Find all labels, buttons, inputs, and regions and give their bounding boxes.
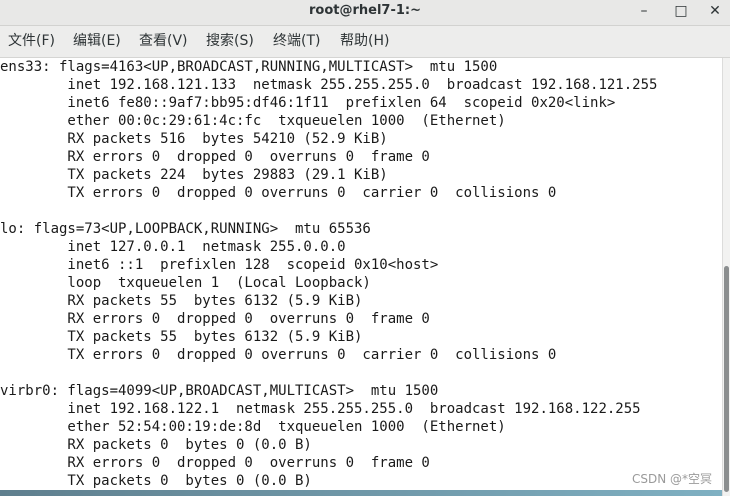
- terminal-line: TX packets 0 bytes 0 (0.0 B): [0, 473, 312, 489]
- terminal-line: inet 192.168.121.133 netmask 255.255.255…: [0, 77, 658, 93]
- menu-bar: 文件(F) 编辑(E) 查看(V) 搜索(S) 终端(T) 帮助(H): [0, 26, 730, 58]
- terminal-line: RX errors 0 dropped 0 overruns 0 frame 0: [0, 149, 430, 165]
- terminal-line: RX packets 0 bytes 0 (0.0 B): [0, 437, 312, 453]
- vertical-scrollbar[interactable]: [722, 58, 730, 496]
- terminal-line: RX errors 0 dropped 0 overruns 0 frame 0: [0, 455, 430, 471]
- terminal-line: TX errors 0 dropped 0 overruns 0 carrier…: [0, 347, 557, 363]
- terminal-output[interactable]: ens33: flags=4163<UP,BROADCAST,RUNNING,M…: [0, 58, 722, 496]
- window-title: root@rhel7-1:~: [308, 3, 421, 18]
- terminal-line: TX errors 0 dropped 0 overruns 0 carrier…: [0, 185, 557, 201]
- maximize-button[interactable]: □: [670, 1, 692, 21]
- minimize-icon: –: [640, 3, 648, 19]
- menu-view[interactable]: 查看(V): [139, 26, 188, 57]
- terminal-line: inet6 fe80::9af7:bb95:df46:1f11 prefixle…: [0, 95, 616, 111]
- menu-file[interactable]: 文件(F): [8, 26, 55, 57]
- terminal-line: inet 192.168.122.1 netmask 255.255.255.0…: [0, 401, 641, 417]
- terminal-line: virbr0: flags=4099<UP,BROADCAST,MULTICAS…: [0, 383, 439, 399]
- menu-help[interactable]: 帮助(H): [340, 26, 389, 57]
- terminal-line: inet6 ::1 prefixlen 128 scopeid 0x10<hos…: [0, 257, 439, 273]
- maximize-icon: □: [674, 3, 688, 19]
- watermark: CSDN @*空冥: [632, 472, 713, 486]
- desktop-strip: [0, 490, 722, 496]
- terminal-line: inet 127.0.0.1 netmask 255.0.0.0: [0, 239, 346, 255]
- title-bar[interactable]: root@rhel7-1:~ – □ ✕: [0, 0, 730, 26]
- terminal-line: ether 52:54:00:19:de:8d txqueuelen 1000 …: [0, 419, 506, 435]
- terminal-line: ether 00:0c:29:61:4c:fc txqueuelen 1000 …: [0, 113, 506, 129]
- terminal-line: TX packets 224 bytes 29883 (29.1 KiB): [0, 167, 388, 183]
- menu-terminal[interactable]: 终端(T): [273, 26, 320, 57]
- close-button[interactable]: ✕: [704, 1, 726, 21]
- scrollbar-thumb[interactable]: [724, 266, 729, 492]
- menu-edit[interactable]: 编辑(E): [73, 26, 121, 57]
- terminal-line: TX packets 55 bytes 6132 (5.9 KiB): [0, 329, 363, 345]
- terminal-line: RX packets 516 bytes 54210 (52.9 KiB): [0, 131, 388, 147]
- minimize-button[interactable]: –: [633, 1, 655, 21]
- terminal-line: loop txqueuelen 1 (Local Loopback): [0, 275, 371, 291]
- terminal-line: lo: flags=73<UP,LOOPBACK,RUNNING> mtu 65…: [0, 221, 371, 237]
- terminal-line: RX packets 55 bytes 6132 (5.9 KiB): [0, 293, 363, 309]
- terminal-line: ens33: flags=4163<UP,BROADCAST,RUNNING,M…: [0, 59, 498, 75]
- terminal-line: RX errors 0 dropped 0 overruns 0 frame 0: [0, 311, 430, 327]
- terminal-window: root@rhel7-1:~ – □ ✕ 文件(F) 编辑(E) 查看(V) 搜…: [0, 0, 730, 496]
- menu-search[interactable]: 搜索(S): [206, 26, 254, 57]
- close-icon: ✕: [709, 3, 721, 19]
